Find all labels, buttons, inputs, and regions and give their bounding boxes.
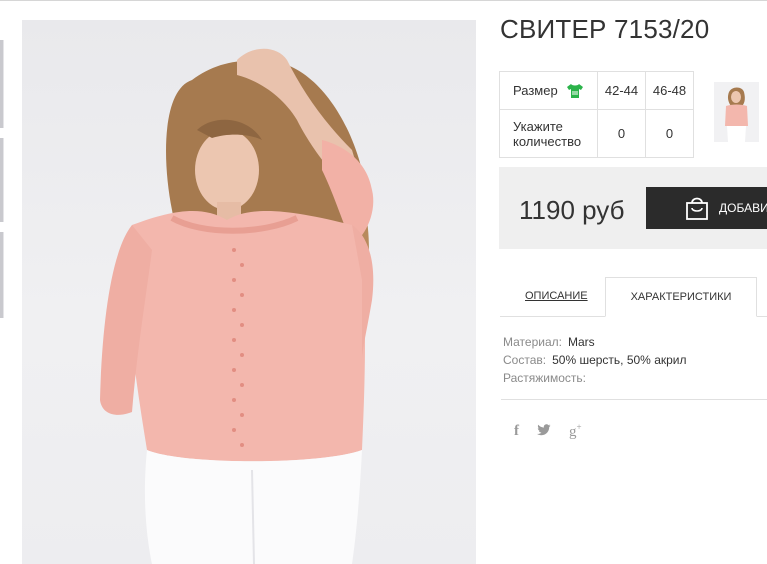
spec-composition: Состав: 50% шерсть, 50% акрил xyxy=(503,351,687,369)
characteristics-list: Материал: Mars Состав: 50% шерсть, 50% акр… xyxy=(503,333,687,387)
googleplus-icon[interactable]: g+ xyxy=(569,422,582,441)
top-divider xyxy=(0,0,767,1)
googleplus-letter: g xyxy=(569,424,577,440)
spec-material: Материал: Mars xyxy=(503,333,687,351)
size-option-42-44: 42-44 xyxy=(597,71,646,110)
gallery-thumbnail-strip[interactable] xyxy=(0,40,4,320)
size-quantity-table: Размер 42-44 46-48 Укажите количество 0 … xyxy=(499,71,694,158)
spec-stretch-label: Растяжимость: xyxy=(503,371,587,385)
googleplus-plus: + xyxy=(576,422,582,432)
spec-material-label: Материал: xyxy=(503,335,562,349)
add-to-cart-button[interactable]: ДОБАВИТ xyxy=(646,187,767,229)
product-main-photo[interactable] xyxy=(22,20,476,564)
shopping-bag-icon xyxy=(686,197,708,220)
size-row: Размер 42-44 46-48 xyxy=(499,71,694,110)
size-option-46-48: 46-48 xyxy=(645,71,694,110)
spec-material-value: Mars xyxy=(567,335,595,349)
twitter-icon[interactable] xyxy=(537,423,551,440)
quantity-label-line1: Укажите xyxy=(513,118,563,134)
tab-characteristics[interactable]: ХАРАКТЕРИСТИКИ xyxy=(605,277,757,317)
quantity-label-cell: Укажите количество xyxy=(499,109,598,158)
spec-composition-value: 50% шерсть, 50% акрил xyxy=(552,353,687,367)
price-panel: 1190 руб ДОБАВИТ xyxy=(499,167,767,249)
add-to-cart-label: ДОБАВИТ xyxy=(719,201,767,215)
quantity-label-line2: количество xyxy=(513,133,582,149)
tshirt-icon[interactable] xyxy=(566,83,584,99)
facebook-icon[interactable]: f xyxy=(514,423,519,440)
spec-composition-label: Состав: xyxy=(503,353,547,367)
size-label-cell: Размер xyxy=(499,71,598,110)
social-share: f g+ xyxy=(514,422,600,441)
size-label: Размер xyxy=(513,83,558,98)
quantity-input-42-44[interactable]: 0 xyxy=(597,109,646,158)
specs-divider xyxy=(501,399,767,400)
gallery-thumbnail[interactable] xyxy=(0,232,4,318)
product-title: СВИТЕР 7153/20 xyxy=(500,14,710,44)
tab-description[interactable]: ОПИСАНИЕ xyxy=(525,290,588,302)
quantity-input-46-48[interactable]: 0 xyxy=(645,109,694,158)
gallery-thumbnail[interactable] xyxy=(0,138,4,222)
quantity-row: Укажите количество 0 0 xyxy=(499,109,694,158)
spec-stretch: Растяжимость: xyxy=(503,369,687,387)
gallery-thumbnail[interactable] xyxy=(0,40,4,128)
product-tabs: ОПИСАНИЕ ХАРАКТЕРИСТИКИ xyxy=(500,277,767,317)
price: 1190 руб xyxy=(519,195,625,225)
product-thumbnail[interactable] xyxy=(714,82,759,142)
